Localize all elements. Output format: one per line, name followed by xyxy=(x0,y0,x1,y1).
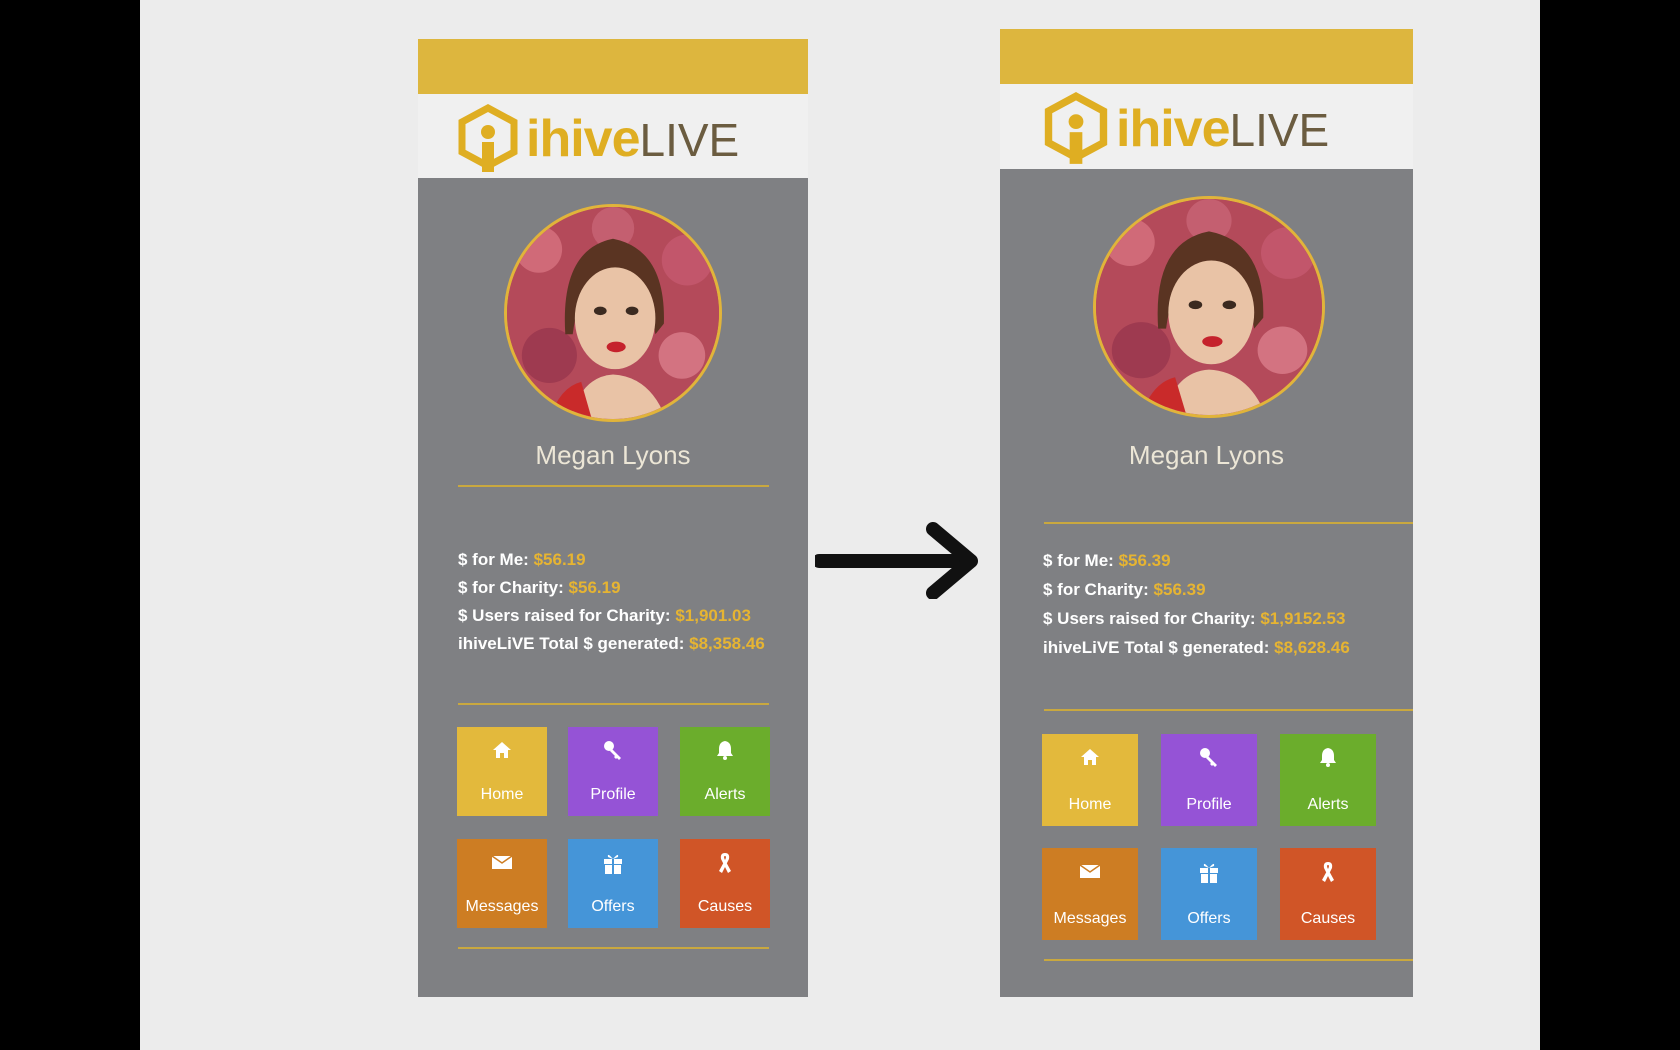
bell-icon xyxy=(680,739,770,763)
tile-label: Causes xyxy=(697,898,753,915)
stat-for-charity: $ for Charity: $56.39 xyxy=(1043,580,1206,599)
tile-label: Messages xyxy=(1053,910,1127,927)
avatar[interactable] xyxy=(1093,196,1325,418)
gift-icon xyxy=(568,851,658,875)
ihivelive-logo: ihive LIVE xyxy=(1042,92,1329,166)
stat-users-raised: $ Users raised for Charity: $1,901.03 xyxy=(458,606,751,625)
divider xyxy=(1044,959,1413,961)
tile-causes[interactable]: Causes xyxy=(680,839,770,928)
stats-list: $ for Me: $56.39 $ for Charity: $56.39 $… xyxy=(1043,546,1350,662)
bell-icon xyxy=(1280,746,1376,770)
tile-label: Home xyxy=(1068,796,1112,813)
top-bar xyxy=(1000,29,1413,84)
tile-label: Offers xyxy=(1187,910,1231,927)
hive-logo-icon xyxy=(1044,92,1108,164)
tile-label: Causes xyxy=(1300,910,1356,927)
tile-alerts[interactable]: Alerts xyxy=(680,727,770,816)
gift-icon xyxy=(1161,860,1257,884)
tile-alerts[interactable]: Alerts xyxy=(1280,734,1376,826)
tile-label: Profile xyxy=(1186,796,1232,813)
logo-band: ihive LIVE xyxy=(1000,84,1413,169)
avatar[interactable] xyxy=(504,204,722,422)
home-icon xyxy=(457,739,547,763)
logo-band: ihive LIVE xyxy=(418,94,808,178)
tile-messages[interactable]: Messages xyxy=(1042,848,1138,940)
tile-profile[interactable]: Profile xyxy=(568,727,658,816)
logo-ihive-text: ihive xyxy=(1116,100,1230,158)
envelope-icon xyxy=(1042,860,1138,884)
stat-total-generated: ihiveLiVE Total $ generated: $8,628.46 xyxy=(1043,638,1350,657)
user-name: Megan Lyons xyxy=(535,440,691,470)
phone-after: ihive LIVE Megan Lyons $ for Me: $56.39 … xyxy=(1000,29,1413,997)
divider xyxy=(458,485,769,487)
stat-for-charity: $ for Charity: $56.19 xyxy=(458,578,621,597)
divider xyxy=(1044,522,1413,524)
divider xyxy=(1044,709,1413,711)
stat-users-raised: $ Users raised for Charity: $1,9152.53 xyxy=(1043,609,1346,628)
divider xyxy=(458,703,769,705)
stats-list: $ for Me: $56.19 $ for Charity: $56.19 $… xyxy=(458,546,765,658)
tile-home[interactable]: Home xyxy=(457,727,547,816)
user-name: Megan Lyons xyxy=(1128,440,1285,470)
envelope-icon xyxy=(457,851,547,875)
slide: ihive LIVE Megan Lyons $ for Me: $56.19 … xyxy=(140,0,1540,1050)
ihivelive-logo: ihive LIVE xyxy=(456,104,739,174)
tile-offers[interactable]: Offers xyxy=(568,839,658,928)
ribbon-icon xyxy=(680,851,770,875)
tile-home[interactable]: Home xyxy=(1042,734,1138,826)
tile-label: Messages xyxy=(465,898,539,915)
divider xyxy=(458,947,769,949)
phone-before: ihive LIVE Megan Lyons $ for Me: $56.19 … xyxy=(418,39,808,997)
top-bar xyxy=(418,39,808,94)
stat-for-me: $ for Me: $56.39 xyxy=(1043,551,1171,570)
tile-profile[interactable]: Profile xyxy=(1161,734,1257,826)
tile-label: Alerts xyxy=(1307,796,1349,813)
tile-offers[interactable]: Offers xyxy=(1161,848,1257,940)
tile-label: Alerts xyxy=(704,786,746,803)
tile-label: Home xyxy=(480,786,524,803)
key-icon xyxy=(568,739,658,763)
hive-logo-icon xyxy=(458,104,518,172)
tile-causes[interactable]: Causes xyxy=(1280,848,1376,940)
arrow-right-icon xyxy=(815,522,978,599)
logo-ihive-text: ihive xyxy=(526,110,640,168)
key-icon xyxy=(1161,746,1257,770)
stat-for-me: $ for Me: $56.19 xyxy=(458,550,586,569)
tile-label: Offers xyxy=(591,898,635,915)
logo-live-text: LIVE xyxy=(1229,104,1330,156)
home-icon xyxy=(1042,746,1138,770)
tile-messages[interactable]: Messages xyxy=(457,839,547,928)
logo-live-text: LIVE xyxy=(639,114,740,166)
stat-total-generated: ihiveLiVE Total $ generated: $8,358.46 xyxy=(458,634,765,653)
ribbon-icon xyxy=(1280,860,1376,884)
tile-label: Profile xyxy=(590,786,636,803)
